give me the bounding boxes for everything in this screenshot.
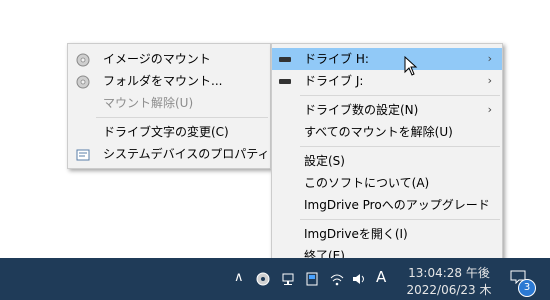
chevron-right-icon: ›: [487, 103, 492, 116]
ime-indicator[interactable]: A: [376, 268, 386, 286]
unmount-all-item[interactable]: すべてのマウントを解除(U): [272, 121, 502, 143]
drive-count-label: ドライブ数の設定(N): [304, 103, 419, 117]
drive-count-item[interactable]: ドライブ数の設定(N) ›: [272, 99, 502, 121]
chevron-up-icon[interactable]: ∧: [234, 270, 244, 285]
chevron-right-icon: ›: [487, 74, 492, 87]
network-icon[interactable]: [281, 272, 295, 290]
unmount-item: マウント解除(U): [68, 92, 270, 114]
notification-count-badge: 3: [518, 279, 536, 297]
mount-image-label: イメージのマウント: [103, 52, 211, 66]
device-properties-item[interactable]: システムデバイスのプロパティ: [68, 143, 270, 165]
settings-item[interactable]: 設定(S): [272, 150, 502, 172]
drive-submenu: イメージのマウント フォルダをマウント... マウント解除(U) ドライブ文字の…: [67, 43, 271, 169]
drive-j-label: ドライブ J:: [304, 74, 364, 88]
drive-icon: [279, 79, 291, 84]
drive-icon: [279, 57, 291, 62]
mount-image-item[interactable]: イメージのマウント: [68, 48, 270, 70]
properties-icon: [76, 147, 90, 169]
context-menu: ドライブ H: › ドライブ J: › ドライブ数の設定(N) › すべてのマウ…: [271, 43, 503, 269]
drive-h-item[interactable]: ドライブ H: ›: [272, 48, 502, 70]
menu-separator: [300, 219, 500, 220]
menu-separator: [300, 95, 500, 96]
mount-folder-item[interactable]: フォルダをマウント...: [68, 70, 270, 92]
clock-time[interactable]: 13:04:28 午後: [405, 264, 493, 281]
drive-j-item[interactable]: ドライブ J: ›: [272, 70, 502, 92]
device-properties-label: システムデバイスのプロパティ: [103, 147, 270, 161]
chevron-right-icon: ›: [487, 52, 492, 65]
disc-tray-icon[interactable]: [256, 272, 270, 290]
change-drive-letter-item[interactable]: ドライブ文字の変更(C): [68, 121, 270, 143]
monitor-icon[interactable]: [306, 272, 318, 290]
upgrade-item[interactable]: ImgDrive Proへのアップグレード: [272, 194, 502, 216]
unmount-label: マウント解除(U): [103, 96, 194, 110]
wifi-icon[interactable]: [330, 272, 344, 290]
open-imgdrive-item[interactable]: ImgDriveを開く(I): [272, 223, 502, 245]
about-label: このソフトについて(A): [304, 176, 430, 190]
menu-separator: [300, 146, 500, 147]
unmount-all-label: すべてのマウントを解除(U): [304, 125, 453, 139]
clock-date[interactable]: 2022/06/23 木: [405, 281, 493, 298]
mouse-cursor-icon: [404, 55, 418, 80]
mount-folder-label: フォルダをマウント...: [103, 74, 223, 88]
about-item[interactable]: このソフトについて(A): [272, 172, 502, 194]
settings-label: 設定(S): [304, 154, 345, 168]
submenu-separator: [96, 117, 268, 118]
volume-icon[interactable]: [352, 272, 366, 290]
upgrade-label: ImgDrive Proへのアップグレード: [304, 198, 490, 212]
open-imgdrive-label: ImgDriveを開く(I): [304, 227, 408, 241]
change-drive-letter-label: ドライブ文字の変更(C): [103, 125, 229, 139]
drive-h-label: ドライブ H:: [304, 52, 369, 66]
